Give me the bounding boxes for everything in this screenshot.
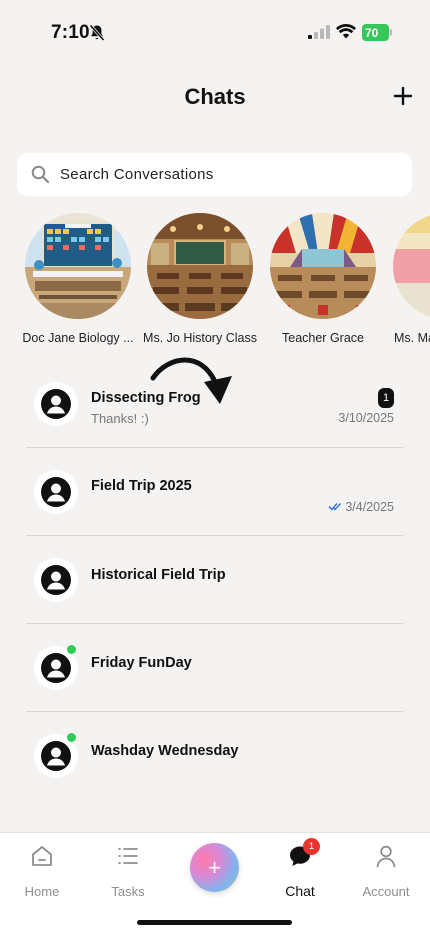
nav-chat[interactable]: Chat <box>265 843 335 899</box>
chat-row-washday-wednesday[interactable]: Washday Wednesday <box>26 712 404 800</box>
chat-name: Friday FunDay <box>91 655 192 671</box>
story-image-circus <box>270 213 376 319</box>
story-label: Ms. Jo History Class <box>143 331 257 345</box>
signal-icon <box>308 25 330 39</box>
chat-name: Field Trip 2025 <box>91 478 192 494</box>
story-image-history <box>147 213 253 319</box>
user-icon <box>41 389 71 419</box>
bottom-nav: Home Tasks + Chat 1 Account <box>0 832 430 933</box>
story-doc-jane-biology[interactable]: Doc Jane Biology ... <box>18 213 138 345</box>
story-ms-jo-history[interactable]: Ms. Jo History Class <box>140 213 260 345</box>
status-bar: 7:10 70 <box>0 0 430 60</box>
online-status-dot <box>67 645 76 654</box>
nav-label: Tasks <box>111 884 145 899</box>
chat-preview: Thanks! :) <box>91 411 149 426</box>
chat-name: Washday Wednesday <box>91 743 239 759</box>
create-button[interactable]: + <box>190 843 239 892</box>
chat-row-friday-funday[interactable]: Friday FunDay <box>26 624 404 712</box>
user-icon <box>41 477 71 507</box>
home-icon <box>32 846 52 866</box>
chat-name: Historical Field Trip <box>91 567 226 583</box>
story-image-partial <box>393 213 430 319</box>
chat-notification-badge: 1 <box>303 838 320 855</box>
class-stories-row: Doc Jane Biology ... Ms. Jo History Clas… <box>0 213 430 353</box>
user-icon <box>41 741 71 771</box>
unread-badge: 1 <box>378 388 394 408</box>
story-label: Teacher Grace <box>282 331 364 345</box>
user-icon <box>41 653 71 683</box>
home-indicator <box>137 920 292 925</box>
nav-label: Account <box>362 884 410 899</box>
nav-account[interactable]: Account <box>351 843 421 899</box>
curved-arrow-icon <box>150 357 232 404</box>
story-label: Doc Jane Biology ... <box>22 331 134 345</box>
page-title: Chats <box>184 84 246 109</box>
chat-row-field-trip-2025[interactable]: Field Trip 2025 3/4/2025 <box>26 448 404 536</box>
status-time: 7:10 <box>51 22 90 43</box>
nav-home[interactable]: Home <box>7 843 77 899</box>
nav-label: Home <box>24 884 60 899</box>
chat-date: 3/10/2025 <box>338 411 394 425</box>
battery-level: 70 <box>365 25 379 40</box>
nav-tasks[interactable]: Tasks <box>93 843 163 899</box>
story-image-biology <box>25 213 131 319</box>
avatar <box>34 470 78 514</box>
story-ms-ma[interactable]: Ms. Ma <box>386 213 430 345</box>
read-check-icon <box>328 503 342 511</box>
story-teacher-grace[interactable]: Teacher Grace <box>263 213 383 345</box>
bell-off-icon <box>89 24 105 42</box>
chat-date: 3/4/2025 <box>345 500 394 514</box>
story-label: Ms. Ma <box>394 331 430 345</box>
battery-icon: 70 <box>362 24 392 41</box>
user-icon <box>41 565 71 595</box>
search-icon <box>31 165 50 184</box>
avatar <box>34 558 78 602</box>
list-icon <box>118 848 138 864</box>
online-status-dot <box>67 733 76 742</box>
user-icon <box>376 845 396 868</box>
avatar <box>34 382 78 426</box>
nav-label: Chat <box>285 883 315 899</box>
chat-row-historical-field-trip[interactable]: Historical Field Trip <box>26 536 404 624</box>
new-chat-button[interactable] <box>391 84 415 108</box>
search-input[interactable] <box>60 153 400 196</box>
wifi-icon <box>336 23 356 39</box>
